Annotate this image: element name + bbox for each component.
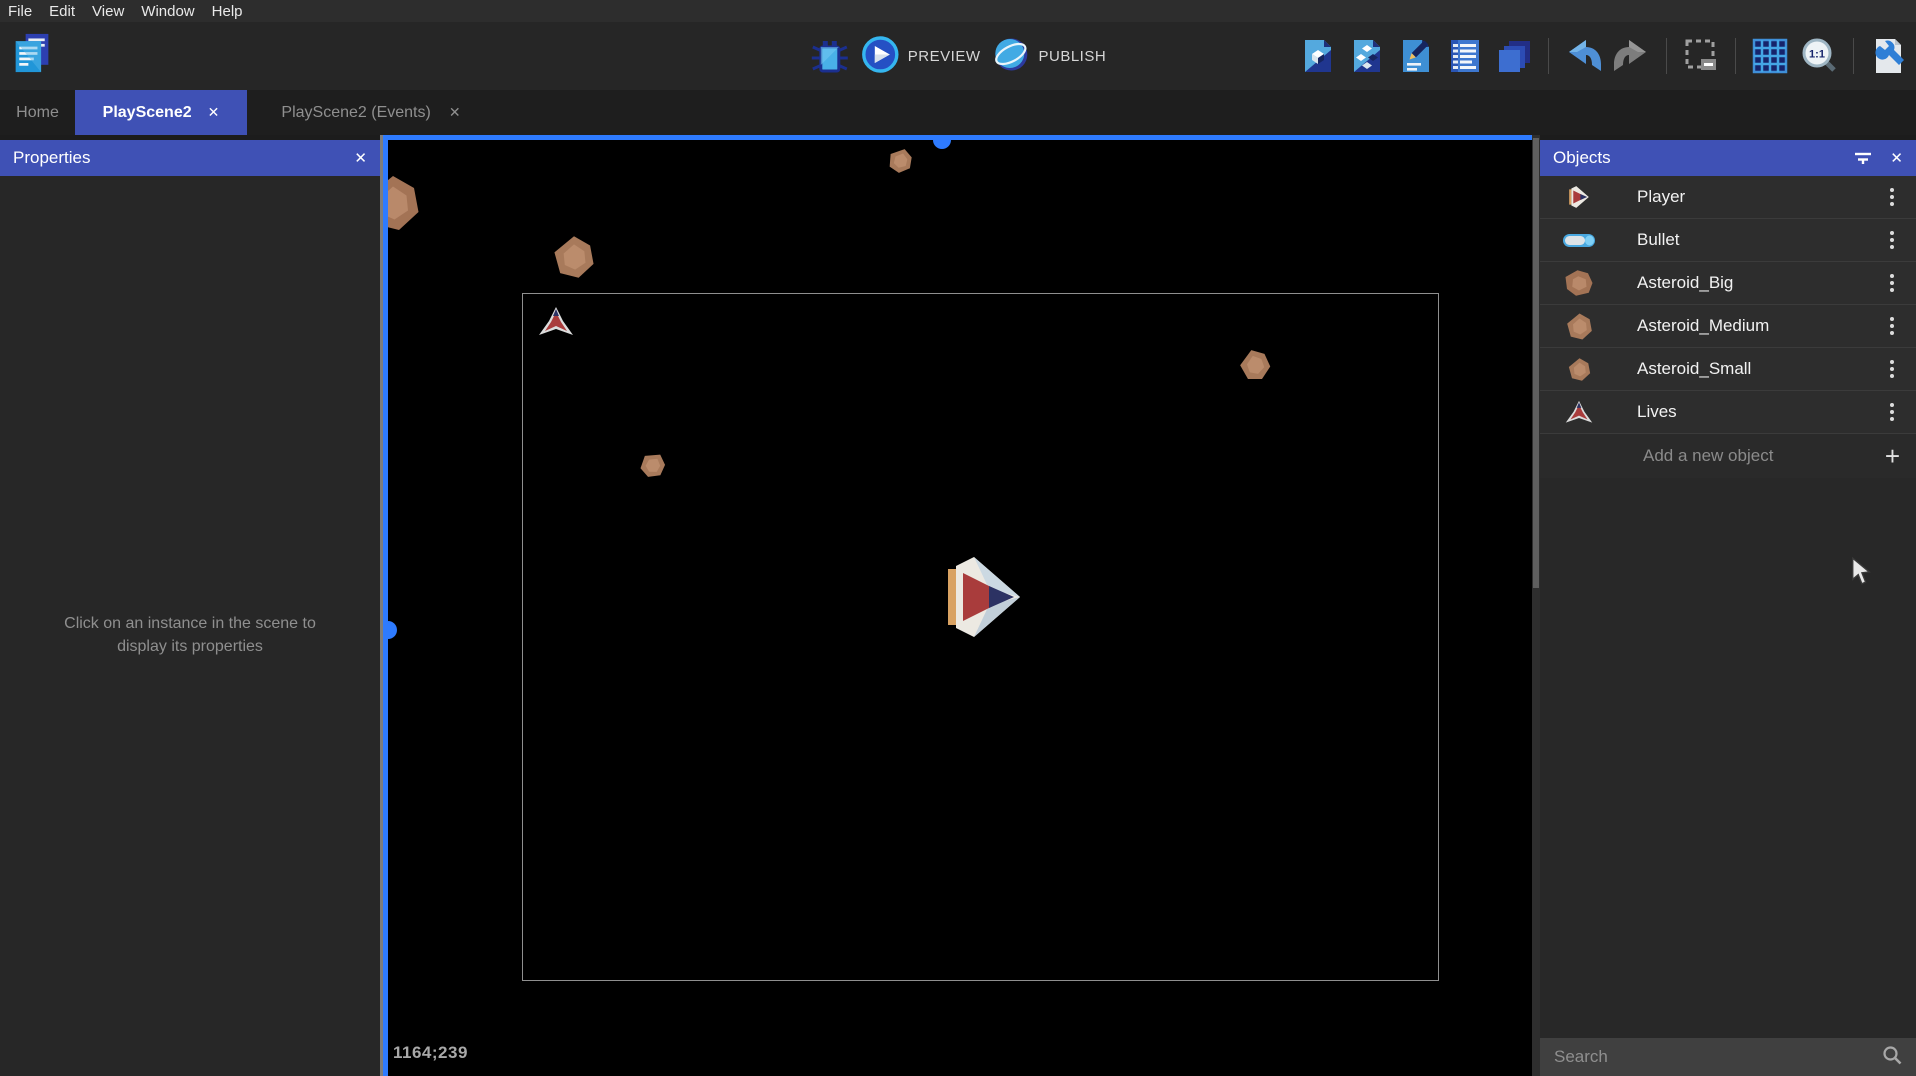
project-manager-icon[interactable] <box>12 33 52 73</box>
object-row-player[interactable]: Player <box>1540 176 1916 219</box>
tab-home-label: Home <box>16 104 59 122</box>
bullet-icon <box>1562 224 1596 256</box>
tab-playscene2-events-label: PlayScene2 (Events) <box>281 104 430 122</box>
toolbar-separator <box>1853 38 1854 74</box>
redo-icon[interactable] <box>1612 36 1652 76</box>
cursor-coordinates: 1164;239 <box>393 1043 468 1063</box>
grid-icon[interactable] <box>1750 36 1790 76</box>
menu-help[interactable]: Help <box>212 3 243 20</box>
properties-panel: Properties ✕ Click on an instance in the… <box>0 135 383 1076</box>
properties-panel-body: Click on an instance in the scene to dis… <box>0 176 380 1076</box>
publish-globe-icon <box>992 36 1029 77</box>
zoom-original-icon[interactable]: 1:1 <box>1799 36 1839 76</box>
properties-close-icon[interactable]: ✕ <box>354 149 367 167</box>
tab-playscene2-events[interactable]: PlayScene2 (Events) ✕ <box>247 90 495 135</box>
add-new-object-label: Add a new object <box>1643 446 1885 466</box>
add-new-object-button[interactable]: Add a new object + <box>1540 434 1916 478</box>
properties-panel-title: Properties <box>13 148 336 168</box>
object-menu-icon[interactable] <box>1886 184 1898 210</box>
lives-ship-icon <box>1562 396 1596 428</box>
tab-bar: Home PlayScene2 ✕ PlayScene2 (Events) ✕ <box>0 90 1916 135</box>
objects-list: Player Bullet <box>1540 176 1916 1076</box>
object-row-asteroid-big[interactable]: Asteroid_Big <box>1540 262 1916 305</box>
canvas-left-handle[interactable] <box>383 621 397 639</box>
object-row-lives[interactable]: Lives <box>1540 391 1916 434</box>
object-row-asteroid-small[interactable]: Asteroid_Small <box>1540 348 1916 391</box>
publish-button[interactable]: PUBLISH <box>992 36 1106 77</box>
object-name: Lives <box>1637 402 1886 422</box>
object-row-bullet[interactable]: Bullet <box>1540 219 1916 262</box>
object-menu-icon[interactable] <box>1886 227 1898 253</box>
svg-text:1:1: 1:1 <box>1809 49 1825 61</box>
play-icon <box>862 36 899 77</box>
properties-panel-header: Properties ✕ <box>0 140 380 176</box>
objects-editor-icon[interactable] <box>1298 36 1338 76</box>
tab-playscene2[interactable]: PlayScene2 ✕ <box>75 90 247 135</box>
lives-instance[interactable] <box>538 306 574 343</box>
toolbar: PREVIEW PUBLISH <box>0 22 1916 90</box>
asteroid-instance[interactable] <box>551 234 597 285</box>
properties-hint: Click on an instance in the scene to dis… <box>0 612 380 658</box>
object-menu-icon[interactable] <box>1886 270 1898 296</box>
scrollbar-thumb[interactable] <box>1533 138 1539 588</box>
mouse-cursor <box>1850 556 1872 591</box>
tab-playscene2-label: PlayScene2 <box>103 104 192 122</box>
object-name: Asteroid_Small <box>1637 359 1886 379</box>
player-instance[interactable] <box>947 553 1021 646</box>
canvas-vertical-scrollbar[interactable] <box>1532 135 1540 1076</box>
object-groups-icon[interactable] <box>1347 36 1387 76</box>
asteroid-instance[interactable] <box>383 173 423 238</box>
toolbar-separator <box>1666 38 1667 74</box>
objects-panel-header: Objects ✕ <box>1540 140 1916 176</box>
filter-icon[interactable] <box>1854 151 1872 165</box>
toolbar-separator <box>1735 38 1736 74</box>
preview-label: PREVIEW <box>908 48 981 65</box>
object-name: Bullet <box>1637 230 1886 250</box>
object-menu-icon[interactable] <box>1886 356 1898 382</box>
asteroid-instance[interactable] <box>1238 348 1272 387</box>
settings-wrench-icon[interactable] <box>1868 36 1908 76</box>
asteroid-instance[interactable] <box>887 147 914 179</box>
object-menu-icon[interactable] <box>1886 399 1898 425</box>
properties-icon[interactable] <box>1396 36 1436 76</box>
player-ship-icon <box>1562 181 1596 213</box>
publish-label: PUBLISH <box>1038 48 1106 65</box>
preview-button[interactable]: PREVIEW <box>862 36 981 77</box>
asteroid-icon <box>1562 310 1596 342</box>
menu-view[interactable]: View <box>92 3 124 20</box>
main-area: Properties ✕ Click on an instance in the… <box>0 135 1916 1076</box>
plus-icon: + <box>1885 443 1900 469</box>
scene-canvas[interactable]: 1164;239 <box>383 135 1532 1076</box>
object-row-asteroid-medium[interactable]: Asteroid_Medium <box>1540 305 1916 348</box>
menu-bar: File Edit View Window Help <box>0 0 1916 22</box>
object-name: Asteroid_Medium <box>1637 316 1886 336</box>
debug-icon[interactable] <box>810 36 850 76</box>
search-icon <box>1882 1045 1902 1070</box>
objects-search-input[interactable] <box>1554 1047 1882 1067</box>
tab-home[interactable]: Home <box>0 90 75 135</box>
asteroid-instance[interactable] <box>639 451 667 484</box>
asteroid-icon <box>1562 353 1596 385</box>
objects-close-icon[interactable]: ✕ <box>1890 149 1903 167</box>
objects-search-bar <box>1540 1038 1916 1076</box>
objects-panel: Objects ✕ P <box>1540 135 1916 1076</box>
undo-icon[interactable] <box>1563 36 1603 76</box>
layers-icon[interactable] <box>1494 36 1534 76</box>
objects-panel-title: Objects <box>1553 148 1836 168</box>
canvas-top-handle[interactable] <box>933 135 951 149</box>
deselect-instances-icon[interactable] <box>1681 36 1721 76</box>
object-name: Asteroid_Big <box>1637 273 1886 293</box>
menu-file[interactable]: File <box>8 3 32 20</box>
object-name: Player <box>1637 187 1886 207</box>
asteroid-icon <box>1562 267 1596 299</box>
menu-window[interactable]: Window <box>141 3 194 20</box>
tab-playscene2-events-close-icon[interactable]: ✕ <box>449 104 461 121</box>
object-menu-icon[interactable] <box>1886 313 1898 339</box>
menu-edit[interactable]: Edit <box>49 3 75 20</box>
tab-playscene2-close-icon[interactable]: ✕ <box>208 104 220 121</box>
instances-list-icon[interactable] <box>1445 36 1485 76</box>
toolbar-separator <box>1548 38 1549 74</box>
